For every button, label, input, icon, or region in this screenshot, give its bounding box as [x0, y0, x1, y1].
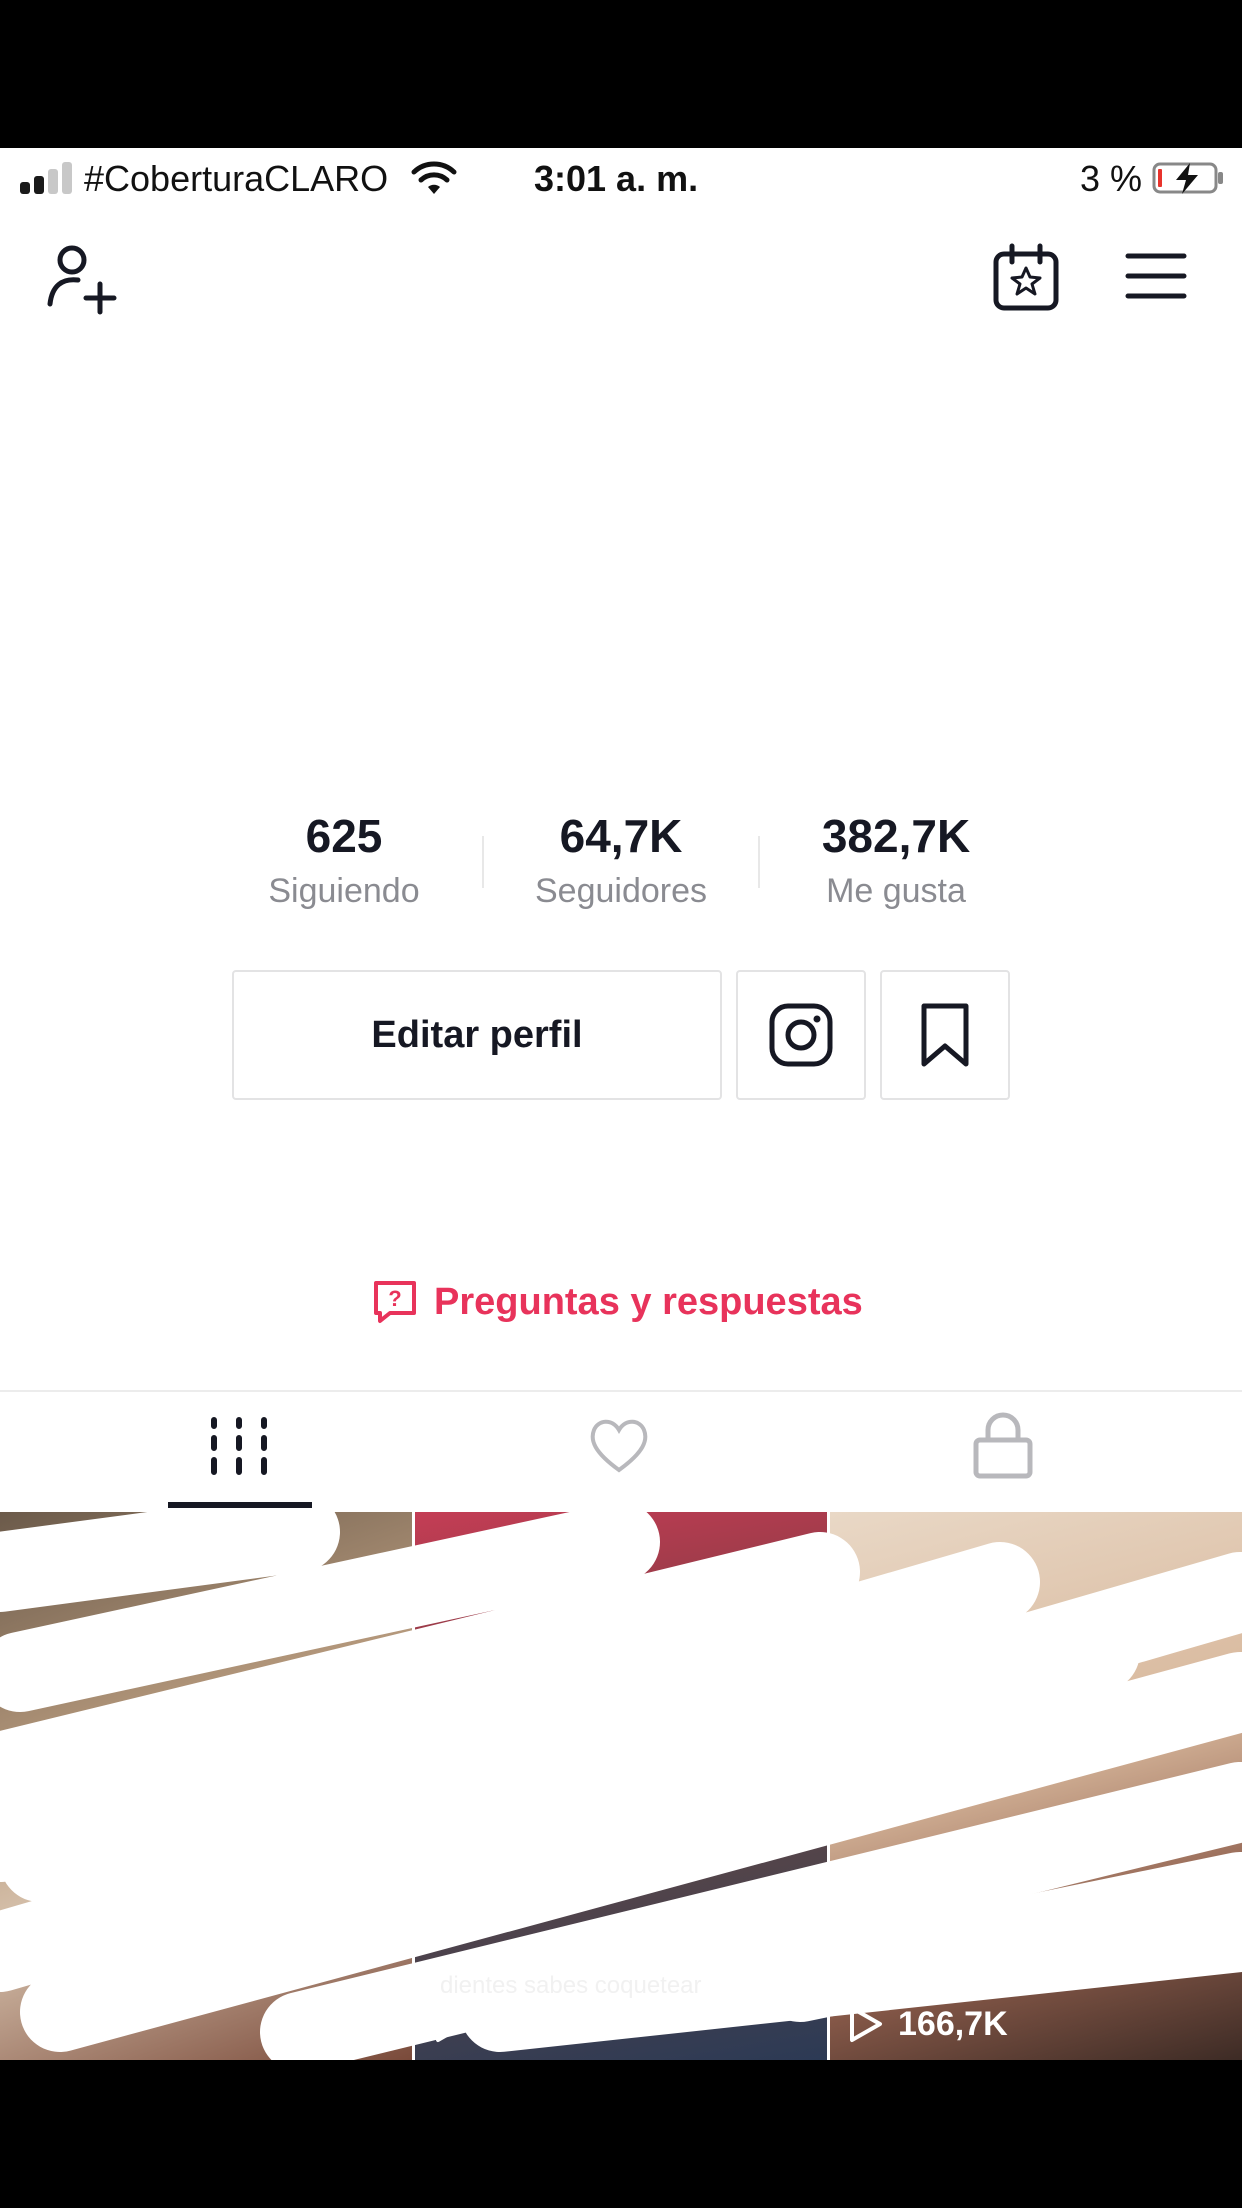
profile-screen: #CoberturaCLARO 3:01 a. m. 3 % 625 Sigui… — [0, 148, 1242, 2060]
video-views: 166,7K — [848, 2004, 1008, 2044]
stat-followers[interactable]: 64,7K Seguidores — [491, 808, 751, 916]
tab-divider — [0, 1390, 1242, 1392]
status-bar: #CoberturaCLARO 3:01 a. m. 3 % — [0, 148, 1242, 212]
video-caption: dientes sabes coquetear — [440, 1972, 702, 1999]
video-views: 43,8K — [434, 2004, 575, 2044]
carrier-label: #CoberturaCLARO — [84, 158, 389, 199]
instagram-icon — [769, 1003, 833, 1067]
stat-label: Seguidores — [534, 872, 707, 910]
qa-label: Preguntas y respuestas — [434, 1280, 863, 1323]
stat-likes[interactable]: 382,7K Me gusta — [766, 808, 1026, 916]
view-count: 166,7K — [898, 2004, 1008, 2043]
stat-label: Siguiendo — [268, 872, 420, 910]
active-tab-indicator — [168, 1502, 312, 1508]
add-user-icon[interactable] — [44, 238, 124, 318]
videos-grid-icon[interactable] — [204, 1410, 274, 1480]
menu-icon[interactable] — [1124, 248, 1188, 304]
stat-value: 64,7K — [559, 810, 683, 862]
edit-profile-button[interactable]: Editar perfil — [232, 970, 722, 1100]
clock: 3:01 a. m. — [534, 158, 699, 199]
stat-value: 625 — [305, 810, 383, 862]
question-bubble-icon: ? — [374, 1281, 416, 1323]
stat-divider — [758, 836, 760, 888]
battery-percent: 3 % — [1080, 158, 1143, 199]
calendar-star-icon[interactable] — [990, 242, 1062, 314]
bookmark-icon — [921, 1003, 969, 1067]
view-count: 43,8K — [484, 2004, 575, 2043]
instagram-button[interactable] — [736, 970, 866, 1100]
stat-following[interactable]: 625 Siguiendo — [214, 808, 474, 916]
stat-value: 382,7K — [821, 810, 971, 862]
stat-label: Me gusta — [826, 872, 966, 910]
qa-link[interactable]: ? Preguntas y respuestas — [372, 1274, 863, 1330]
profile-stats: 625 Siguiendo 64,7K Seguidores 382,7K Me… — [0, 808, 1242, 928]
battery-charging-icon — [1152, 162, 1223, 194]
play-icon — [436, 2006, 468, 2042]
cell-signal-icon — [20, 162, 74, 194]
svg-text:?: ? — [388, 1286, 401, 1311]
stat-divider — [482, 836, 484, 888]
play-icon — [850, 2006, 882, 2042]
wifi-icon — [411, 161, 457, 194]
bookmark-button[interactable] — [880, 970, 1010, 1100]
private-lock-icon[interactable] — [968, 1410, 1038, 1480]
liked-heart-icon[interactable] — [584, 1410, 654, 1480]
